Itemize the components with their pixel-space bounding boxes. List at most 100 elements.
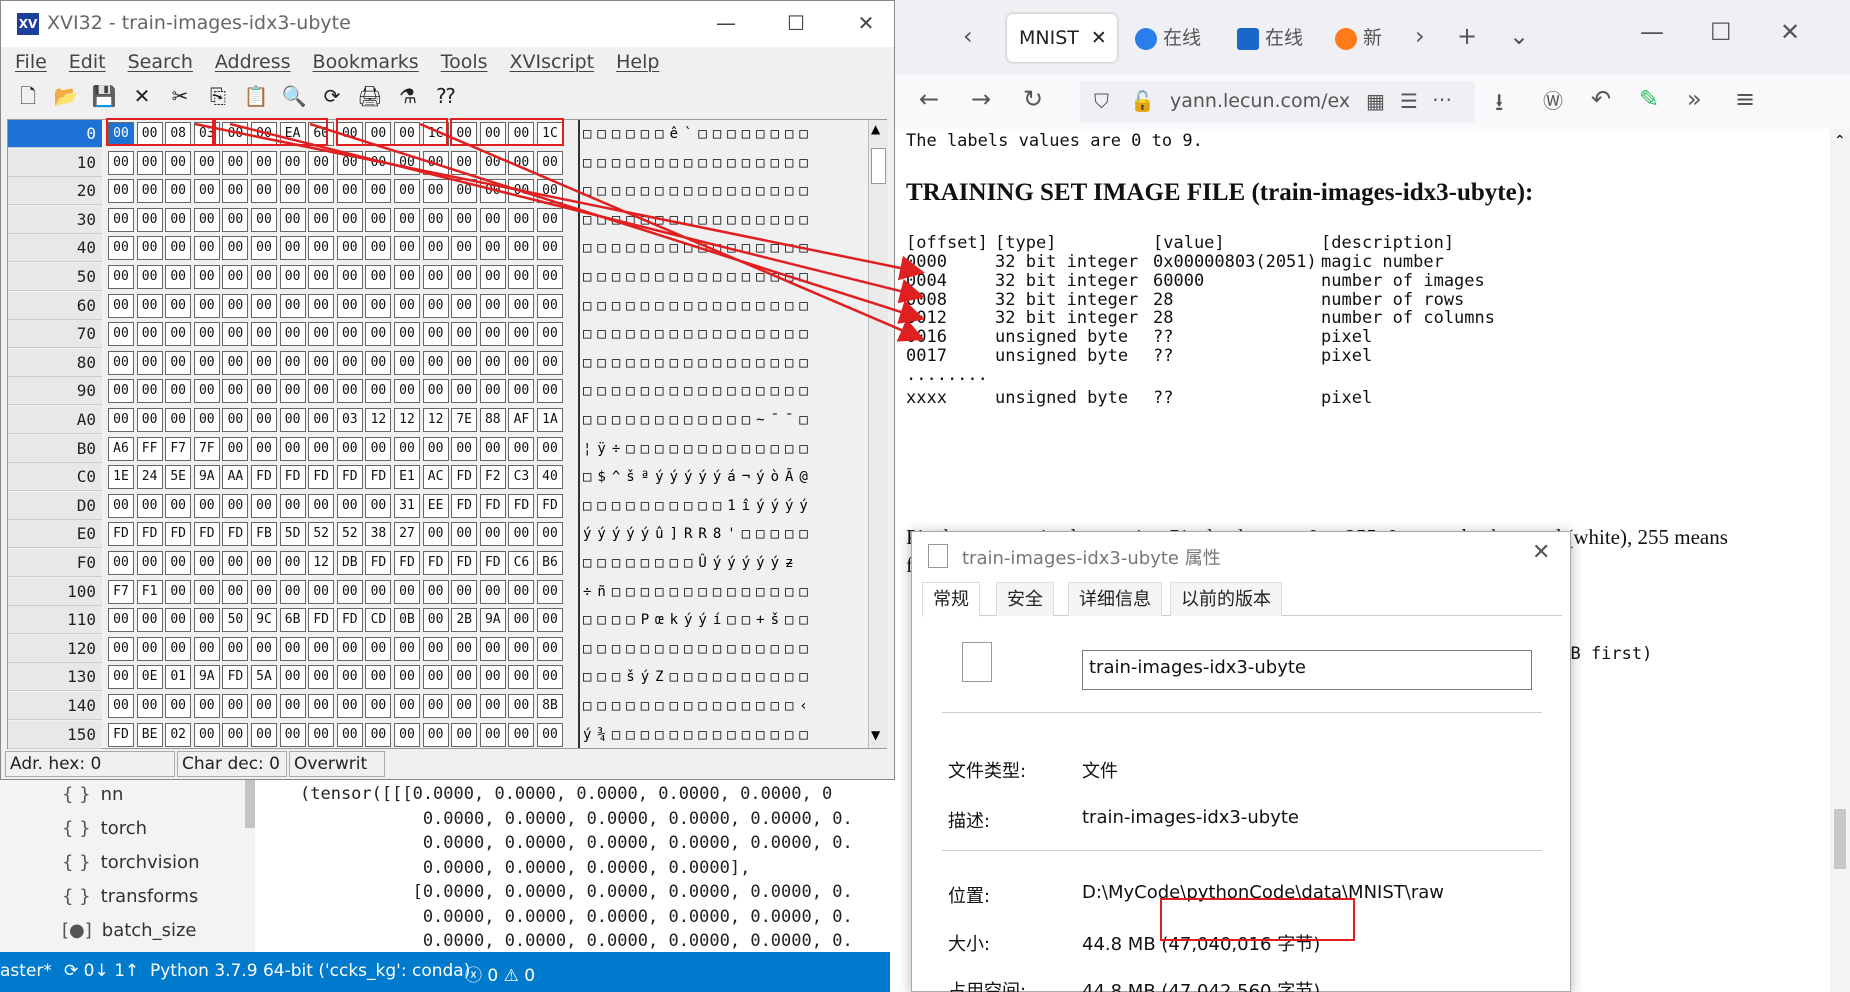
hex-byte-cell[interactable]: 0B (394, 608, 420, 633)
sync-status[interactable]: ⟳ 0↓ 1↑ (64, 961, 139, 981)
hex-byte-cell[interactable]: 00 (222, 579, 249, 604)
hex-byte-cell[interactable]: 00 (508, 579, 535, 604)
hex-byte-cell[interactable]: 8B (537, 694, 563, 718)
row-offset[interactable]: 60 (8, 291, 102, 320)
row-offset[interactable]: A0 (8, 406, 102, 434)
row-offset[interactable]: D0 (8, 491, 102, 520)
hex-byte-cell[interactable]: 00 (193, 150, 220, 175)
hex-byte-cell[interactable]: 00 (108, 694, 134, 718)
hex-byte-cell[interactable]: F7 (165, 436, 192, 461)
tab-mnist[interactable]: MNIST ✕ (1007, 14, 1117, 62)
hex-byte-cell[interactable]: 00 (479, 665, 506, 690)
paste-icon[interactable]: 📋 (243, 83, 269, 109)
hex-byte-cell[interactable]: B6 (537, 551, 563, 575)
hex-byte-cell[interactable]: 00 (251, 636, 277, 661)
hex-byte-cell[interactable]: 00 (422, 350, 449, 375)
hex-byte-cell[interactable]: 00 (222, 694, 249, 718)
menu-item-search[interactable]: Search (128, 51, 193, 73)
close-icon[interactable]: ✕ (1532, 540, 1550, 565)
hex-byte-cell[interactable]: 00 (251, 265, 277, 289)
ascii-column[interactable]: □□□□□□□□Ûýýýýýƶ (583, 549, 868, 577)
hex-byte-cell[interactable]: 52 (336, 522, 363, 547)
hex-byte-cell[interactable]: 7E (451, 408, 478, 432)
maximize-icon[interactable]: ☐ (776, 11, 816, 35)
hex-byte-cell[interactable]: 00 (222, 722, 249, 747)
hex-byte-cell[interactable]: 00 (451, 522, 478, 547)
save-icon[interactable]: 💾 (91, 83, 117, 109)
maximize-icon[interactable]: ☐ (1710, 18, 1732, 46)
hex-byte-cell[interactable]: 00 (394, 379, 420, 404)
outline-item[interactable]: { } nn (62, 784, 123, 805)
hex-byte-cell[interactable]: 9C (251, 608, 277, 633)
hex-byte-cell[interactable]: 00 (193, 408, 220, 432)
hex-byte-cell[interactable]: FD (279, 465, 306, 490)
hex-byte-cell[interactable]: 00 (479, 322, 506, 347)
hex-byte-cell[interactable]: 6B (279, 608, 306, 633)
hex-byte-cell[interactable]: 00 (279, 722, 306, 747)
hex-byte-cell[interactable]: 00 (165, 207, 192, 232)
close-icon[interactable]: ✕ (846, 11, 886, 35)
hex-byte-cell[interactable]: 00 (451, 179, 478, 204)
ascii-column[interactable]: □□□□□□□□□□□□□□□□ (583, 635, 868, 663)
url-bar[interactable]: ⛉ 🔓 yann.lecun.com/exdb ▦ ☰ ⋯ (1080, 81, 1475, 123)
hex-byte-cell[interactable]: 02 (165, 722, 192, 747)
hex-byte-cell[interactable]: 00 (479, 722, 506, 747)
cut-icon[interactable]: ✂ (167, 83, 193, 109)
hex-byte-cell[interactable]: 00 (279, 179, 306, 204)
hex-byte-cell[interactable]: 00 (279, 207, 306, 232)
hex-byte-cell[interactable]: 1A (537, 408, 563, 432)
menu-item-edit[interactable]: Edit (69, 51, 106, 73)
hex-byte-cell[interactable]: 00 (136, 493, 163, 518)
hex-byte-cell[interactable]: 00 (365, 665, 392, 690)
tab-online-1[interactable]: 在线 (1135, 14, 1201, 62)
hex-byte-cell[interactable]: 00 (537, 608, 563, 633)
hex-byte-cell[interactable]: 00 (422, 207, 449, 232)
hex-byte-cell[interactable]: 00 (394, 665, 420, 690)
ascii-column[interactable]: □□□□□□□□□□□□□□□□ (583, 234, 868, 262)
hex-byte-cell[interactable]: 00 (394, 350, 420, 375)
hex-byte-cell[interactable]: 00 (222, 636, 249, 661)
hex-byte-cell[interactable]: 00 (222, 322, 249, 347)
tab-list-icon[interactable]: ⌄ (1509, 22, 1529, 50)
hex-byte-cell[interactable]: 00 (451, 579, 478, 604)
hex-byte-cell[interactable]: 00 (365, 293, 392, 318)
hex-byte-cell[interactable]: 00 (251, 436, 277, 461)
hex-byte-cell[interactable]: 00 (422, 150, 449, 175)
row-offset[interactable]: 70 (8, 320, 102, 349)
forward-icon[interactable]: → (971, 85, 991, 113)
hex-byte-cell[interactable]: 00 (479, 350, 506, 375)
hex-byte-cell[interactable]: FD (108, 522, 134, 547)
hex-byte-cell[interactable]: 00 (165, 608, 192, 633)
hex-byte-cell[interactable]: 00 (336, 665, 363, 690)
hex-byte-cell[interactable]: 00 (165, 322, 192, 347)
hex-byte-cell[interactable]: 00 (508, 379, 535, 404)
hex-byte-cell[interactable]: 00 (451, 665, 478, 690)
hex-byte-cell[interactable]: 00 (251, 579, 277, 604)
ascii-column[interactable]: □□□□□□□□□□□□□□□□ (583, 177, 868, 205)
hex-byte-cell[interactable]: 00 (165, 493, 192, 518)
tab-scroll-right-icon[interactable]: › (1415, 22, 1425, 50)
tab-scroll-left-icon[interactable]: ‹ (963, 22, 973, 50)
hex-byte-cell[interactable]: 00 (165, 579, 192, 604)
hex-byte-cell[interactable]: 12 (394, 408, 420, 432)
hex-byte-cell[interactable]: 00 (193, 579, 220, 604)
menu-item-help[interactable]: Help (616, 51, 659, 73)
hex-byte-cell[interactable]: 00 (308, 236, 335, 261)
hex-byte-cell[interactable]: 00 (479, 150, 506, 175)
hex-byte-cell[interactable]: 00 (108, 551, 134, 575)
hex-byte-cell[interactable]: FD (422, 551, 449, 575)
hex-byte-cell[interactable]: 00 (365, 694, 392, 718)
hex-byte-cell[interactable]: FD (136, 522, 163, 547)
hex-byte-cell[interactable]: 00 (308, 150, 335, 175)
hex-byte-cell[interactable]: 00 (422, 436, 449, 461)
hex-byte-cell[interactable]: 5E (165, 465, 192, 490)
minimize-icon[interactable]: — (706, 11, 746, 35)
hex-byte-cell[interactable]: 00 (165, 236, 192, 261)
hex-byte-cell[interactable]: 00 (394, 150, 420, 175)
hex-byte-cell[interactable]: 00 (537, 207, 563, 232)
hex-byte-cell[interactable]: 00 (451, 436, 478, 461)
hex-byte-cell[interactable]: EE (422, 493, 449, 518)
hex-byte-cell[interactable]: 00 (308, 579, 335, 604)
hex-byte-cell[interactable]: F2 (479, 465, 506, 490)
hex-byte-cell[interactable]: 00 (508, 150, 535, 175)
